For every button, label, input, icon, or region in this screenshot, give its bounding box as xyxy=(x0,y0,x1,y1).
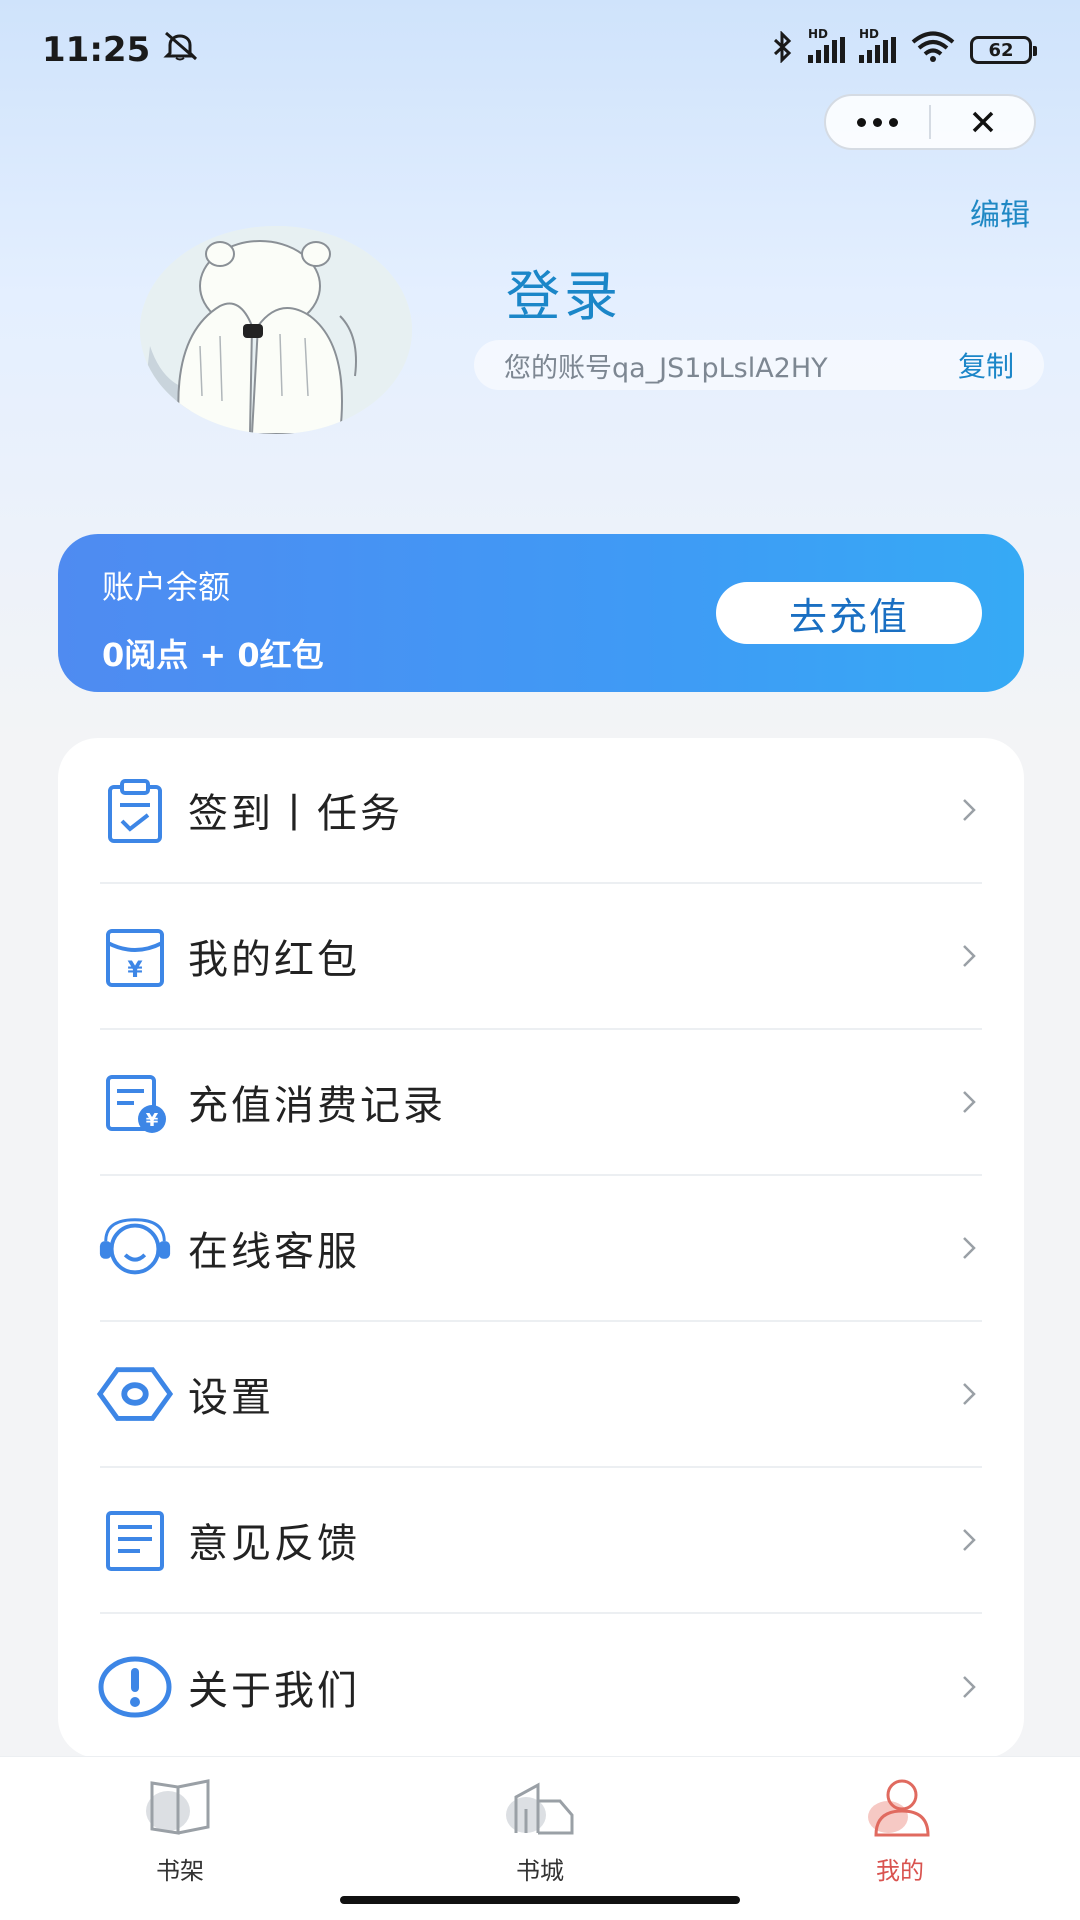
wifi-icon xyxy=(910,31,956,69)
svg-text:¥: ¥ xyxy=(146,1110,159,1131)
menu-item-customer-service[interactable]: 在线客服 xyxy=(99,1176,982,1322)
recharge-record-icon: ¥ xyxy=(96,1063,174,1141)
menu-item-label: 关于我们 xyxy=(188,1668,360,1714)
balance-card: 账户余额 0阅点 + 0红包 去充值 xyxy=(58,534,1024,692)
menu-item-label: 充值消费记录 xyxy=(188,1083,446,1129)
headset-icon xyxy=(96,1209,174,1287)
info-icon xyxy=(96,1648,174,1726)
chevron-right-icon xyxy=(956,1527,982,1553)
feedback-icon xyxy=(96,1501,174,1579)
copy-button[interactable]: 复制 xyxy=(958,345,1014,385)
chevron-right-icon xyxy=(956,1089,982,1115)
tab-bookshelf[interactable]: 书架 xyxy=(0,1757,360,1920)
menu-item-label: 设置 xyxy=(188,1375,274,1421)
menu-item-about-us[interactable]: 关于我们 xyxy=(98,1614,982,1760)
menu-list: 签到丨任务 ¥ 我的红包 ¥ 充值消费记录 在线客服 设置 意见反馈 关于我们 xyxy=(58,738,1024,1758)
edit-button[interactable]: 编辑 xyxy=(970,190,1030,234)
bookshelf-icon xyxy=(146,1779,210,1835)
menu-item-checkin-tasks[interactable]: 签到丨任务 xyxy=(100,738,982,884)
mute-icon xyxy=(162,30,202,70)
menu-item-recharge-records[interactable]: ¥ 充值消费记录 xyxy=(100,1030,982,1176)
menu-item-red-envelope[interactable]: ¥ 我的红包 xyxy=(100,884,982,1030)
login-button[interactable]: 登录 xyxy=(506,252,622,331)
hd-badge-2: HD xyxy=(859,27,880,41)
red-envelope-icon: ¥ xyxy=(96,917,174,995)
home-indicator[interactable] xyxy=(340,1896,740,1904)
chevron-right-icon xyxy=(956,1674,982,1700)
menu-item-label: 在线客服 xyxy=(188,1229,360,1275)
status-bar: 11:25 HD HD 62 xyxy=(0,0,1080,100)
more-button[interactable] xyxy=(826,96,929,148)
tab-profile[interactable]: 我的 xyxy=(720,1757,1080,1920)
hd-badge-1: HD xyxy=(808,27,829,41)
bluetooth-icon xyxy=(772,30,794,69)
tab-label: 书城 xyxy=(516,1857,564,1885)
chevron-right-icon xyxy=(956,943,982,969)
close-button[interactable] xyxy=(931,96,1034,148)
battery-icon: 62 xyxy=(970,36,1037,64)
signal-icon-2: HD xyxy=(859,27,896,63)
chevron-right-icon xyxy=(956,1235,982,1261)
chevron-right-icon xyxy=(956,797,982,823)
settings-icon xyxy=(96,1355,174,1433)
status-time: 11:25 xyxy=(42,30,151,70)
bookstore-icon xyxy=(506,1782,574,1835)
tab-label: 书架 xyxy=(156,1857,204,1885)
checklist-icon xyxy=(96,771,174,849)
menu-item-label: 意见反馈 xyxy=(188,1521,360,1567)
battery-level: 62 xyxy=(988,39,1014,61)
chevron-right-icon xyxy=(956,1381,982,1407)
menu-item-label: 我的红包 xyxy=(188,937,360,983)
account-id-text: 您的账号qa_JS1pLslA2HY xyxy=(504,352,828,384)
signal-icon-1: HD xyxy=(808,27,845,63)
miniprogram-capsule xyxy=(824,94,1036,150)
account-pill: 您的账号qa_JS1pLslA2HY 复制 xyxy=(474,340,1044,390)
tab-label: 我的 xyxy=(876,1857,924,1885)
recharge-button[interactable]: 去充值 xyxy=(716,582,982,644)
more-dots-icon xyxy=(857,117,898,127)
avatar[interactable] xyxy=(140,226,412,434)
menu-item-feedback[interactable]: 意见反馈 xyxy=(100,1468,982,1614)
svg-text:¥: ¥ xyxy=(127,958,143,983)
close-icon xyxy=(972,111,993,133)
menu-item-settings[interactable]: 设置 xyxy=(96,1322,982,1468)
menu-item-label: 签到丨任务 xyxy=(188,791,403,837)
profile-icon xyxy=(868,1779,930,1837)
